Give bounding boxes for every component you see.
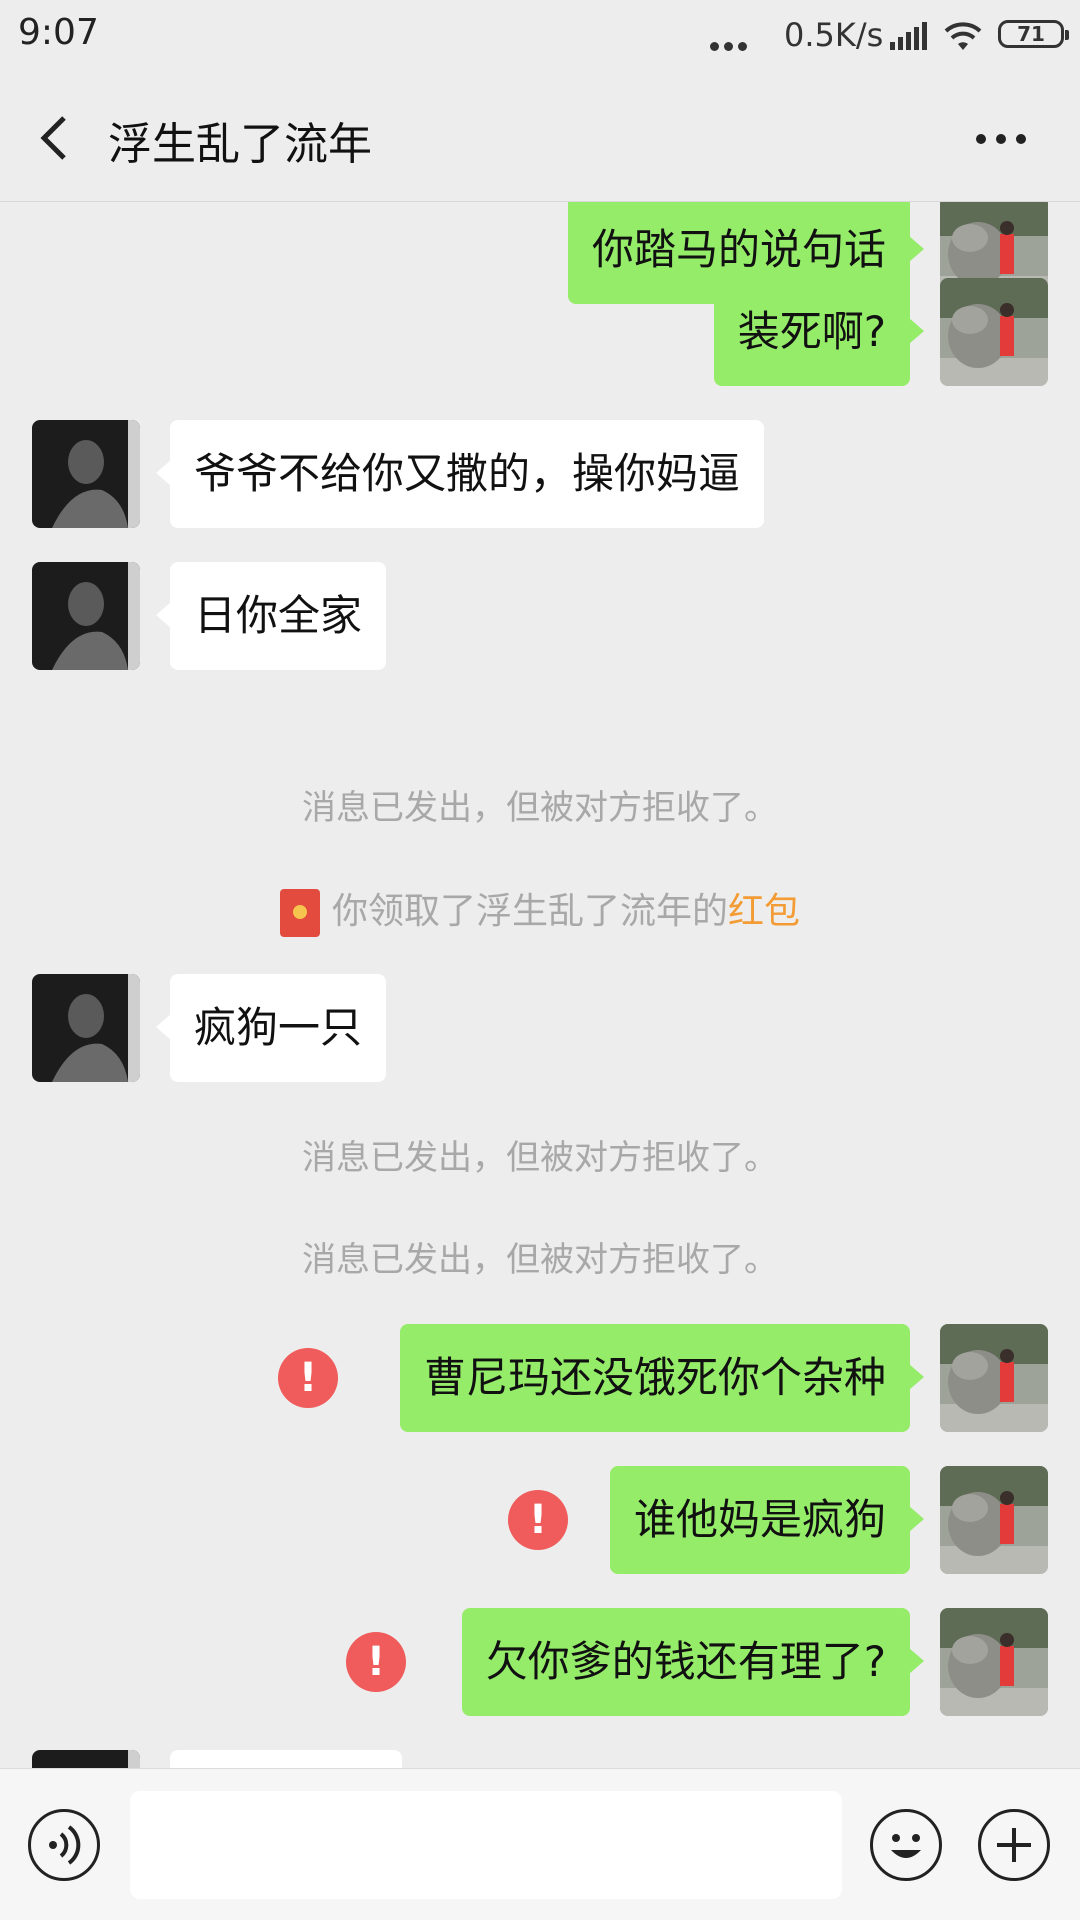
- send-failed-icon[interactable]: !: [278, 1348, 338, 1408]
- back-chevron-icon[interactable]: [30, 110, 80, 166]
- red-packet-notice: 你领取了浮生乱了流年的红包: [0, 882, 1080, 937]
- avatar-self[interactable]: [940, 278, 1048, 386]
- avatar-contact[interactable]: [32, 420, 140, 528]
- send-failed-icon[interactable]: !: [346, 1632, 406, 1692]
- avatar-self[interactable]: [940, 1466, 1048, 1574]
- plus-icon[interactable]: [978, 1809, 1050, 1881]
- red-packet-text: 你领取了浮生乱了流年的: [331, 891, 728, 932]
- avatar-contact[interactable]: [32, 1750, 140, 1768]
- send-failed-icon[interactable]: !: [508, 1490, 568, 1550]
- message-bubble[interactable]: 曹尼玛还没饿死你个杂种: [399, 1324, 925, 1432]
- system-notice: 消息已发出，但被对方拒收了。: [302, 1138, 778, 1178]
- more-icon[interactable]: [976, 134, 1028, 146]
- status-bar: 9:07 0.5K/s 71: [0, 0, 1080, 72]
- message-bubble[interactable]: 疯狗一只: [155, 974, 387, 1082]
- voice-icon[interactable]: [28, 1809, 100, 1881]
- avatar-contact[interactable]: [32, 974, 140, 1082]
- network-speed: 0.5K/s: [784, 16, 884, 54]
- red-packet-icon: [279, 889, 320, 937]
- battery-icon: 71: [998, 20, 1069, 48]
- message-list[interactable]: 你踏马的说句话 装死啊? 爷爷不给你又撒的，操你妈逼 日你全家 消息已发出，但被…: [0, 202, 1080, 1768]
- message-bubble[interactable]: 装死啊?: [713, 278, 925, 386]
- message-bubble[interactable]: [170, 1750, 402, 1768]
- avatar-self[interactable]: [940, 1608, 1048, 1716]
- wifi-icon: [944, 22, 982, 50]
- message-bubble[interactable]: 欠你爹的钱还有理了?: [461, 1608, 925, 1716]
- signal-icon: [890, 22, 927, 50]
- input-bar: [0, 1768, 1080, 1920]
- chat-header: 浮生乱了流年: [0, 72, 1080, 202]
- chat-title: 浮生乱了流年: [108, 119, 372, 170]
- message-input[interactable]: [130, 1791, 842, 1899]
- system-notice: 消息已发出，但被对方拒收了。: [302, 1240, 778, 1280]
- system-notice: 消息已发出，但被对方拒收了。: [302, 788, 778, 828]
- emoji-icon[interactable]: [870, 1809, 942, 1881]
- more-dots-icon: [710, 42, 750, 52]
- status-time: 9:07: [18, 12, 99, 53]
- avatar-contact[interactable]: [32, 562, 140, 670]
- message-bubble[interactable]: 日你全家: [155, 562, 387, 670]
- avatar-self[interactable]: [940, 1324, 1048, 1432]
- message-bubble[interactable]: 爷爷不给你又撒的，操你妈逼: [155, 420, 765, 528]
- message-bubble[interactable]: 谁他妈是疯狗: [609, 1466, 925, 1574]
- red-packet-link[interactable]: 红包: [728, 891, 800, 932]
